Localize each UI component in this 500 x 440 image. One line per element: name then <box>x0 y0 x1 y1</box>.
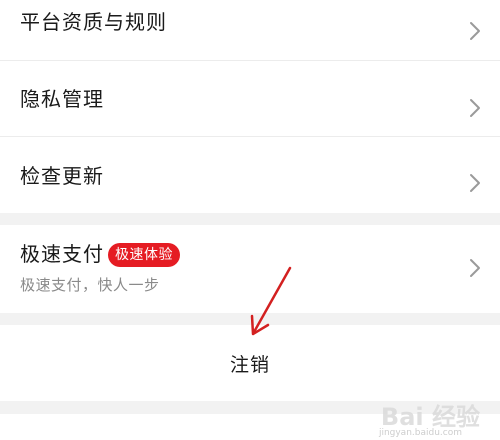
settings-row-label: 平台资质与规则 <box>20 10 167 34</box>
settings-row-platform-rules[interactable]: 平台资质与规则 <box>0 0 500 60</box>
fast-pay-label: 极速支付 <box>20 242 104 266</box>
logout-label: 注销 <box>229 354 270 376</box>
fast-pay-subtitle: 极速支付，快人一步 <box>20 276 160 294</box>
chevron-right-icon <box>470 259 480 277</box>
settings-row-privacy[interactable]: 隐私管理 <box>0 61 500 136</box>
settings-row-check-update[interactable]: 检查更新 <box>0 137 500 213</box>
fast-pay-badge: 极速体验 <box>108 243 180 267</box>
settings-row-label: 检查更新 <box>20 164 104 188</box>
chevron-right-icon <box>470 99 480 117</box>
watermark-url: jingyan.baidu.com <box>378 428 462 438</box>
arrow-annotation-icon <box>250 266 292 336</box>
settings-row-label: 隐私管理 <box>20 87 104 111</box>
chevron-right-icon <box>470 174 480 192</box>
watermark-logo: Bai 经验 <box>380 403 480 431</box>
section-gap <box>0 213 500 225</box>
chevron-right-icon <box>470 22 480 40</box>
